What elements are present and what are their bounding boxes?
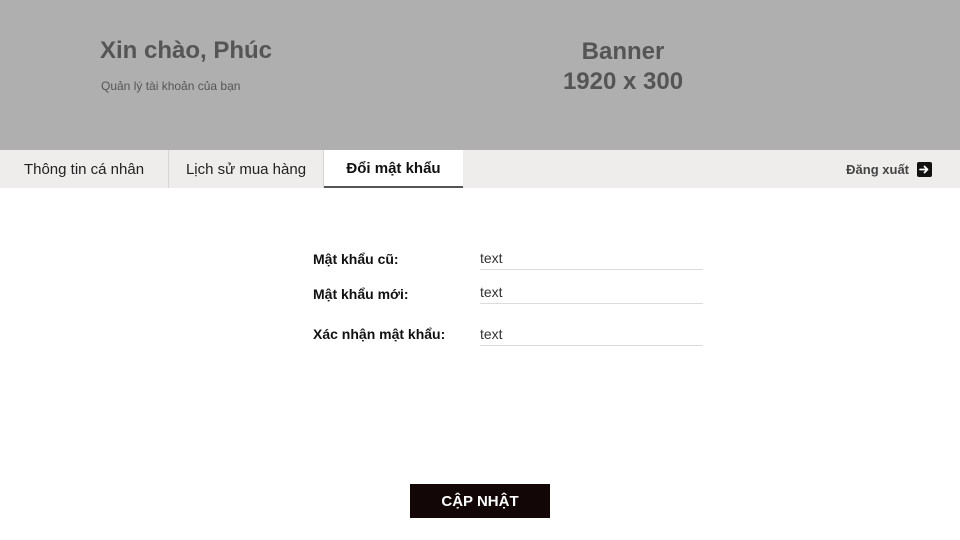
tab-personal-info[interactable]: Thông tin cá nhân [0, 150, 169, 188]
tab-change-password[interactable]: Đổi mật khẩu [324, 150, 463, 188]
new-password-input[interactable] [480, 280, 703, 304]
account-tabs: Thông tin cá nhân Lịch sử mua hàng Đổi m… [0, 150, 960, 188]
update-button[interactable]: CẬP NHẬT [410, 484, 550, 518]
banner-placeholder-title: Banner [581, 38, 665, 65]
banner-placeholder: Banner 1920 x 300 [523, 37, 723, 97]
logout-button[interactable]: Đăng xuất [846, 150, 932, 188]
new-password-row: Mật khẩu mới: [313, 280, 703, 310]
greeting-title: Xin chào, Phúc [100, 37, 273, 64]
tab-label: Đổi mật khẩu [346, 159, 441, 177]
banner-placeholder-size: 1920 x 300 [562, 68, 684, 95]
logout-arrow-icon [917, 161, 932, 177]
account-banner: Xin chào, Phúc Quản lý tài khoản của bạn… [0, 0, 960, 150]
confirm-password-label: Xác nhận mật khẩu: [313, 326, 446, 342]
confirm-password-input[interactable] [480, 322, 703, 346]
logout-label: Đăng xuất [846, 161, 909, 177]
confirm-password-row: Xác nhận mật khẩu: [313, 322, 703, 352]
old-password-input[interactable] [480, 246, 703, 270]
greeting-subtitle: Quản lý tài khoản của bạn [101, 79, 241, 93]
tab-label: Thông tin cá nhân [23, 160, 145, 178]
old-password-row: Mật khẩu cũ: [313, 246, 703, 276]
new-password-label: Mật khẩu mới: [313, 286, 409, 302]
tab-label: Lịch sử mua hàng [185, 160, 307, 178]
old-password-label: Mật khẩu cũ: [313, 251, 399, 267]
tab-purchase-history[interactable]: Lịch sử mua hàng [169, 150, 324, 188]
